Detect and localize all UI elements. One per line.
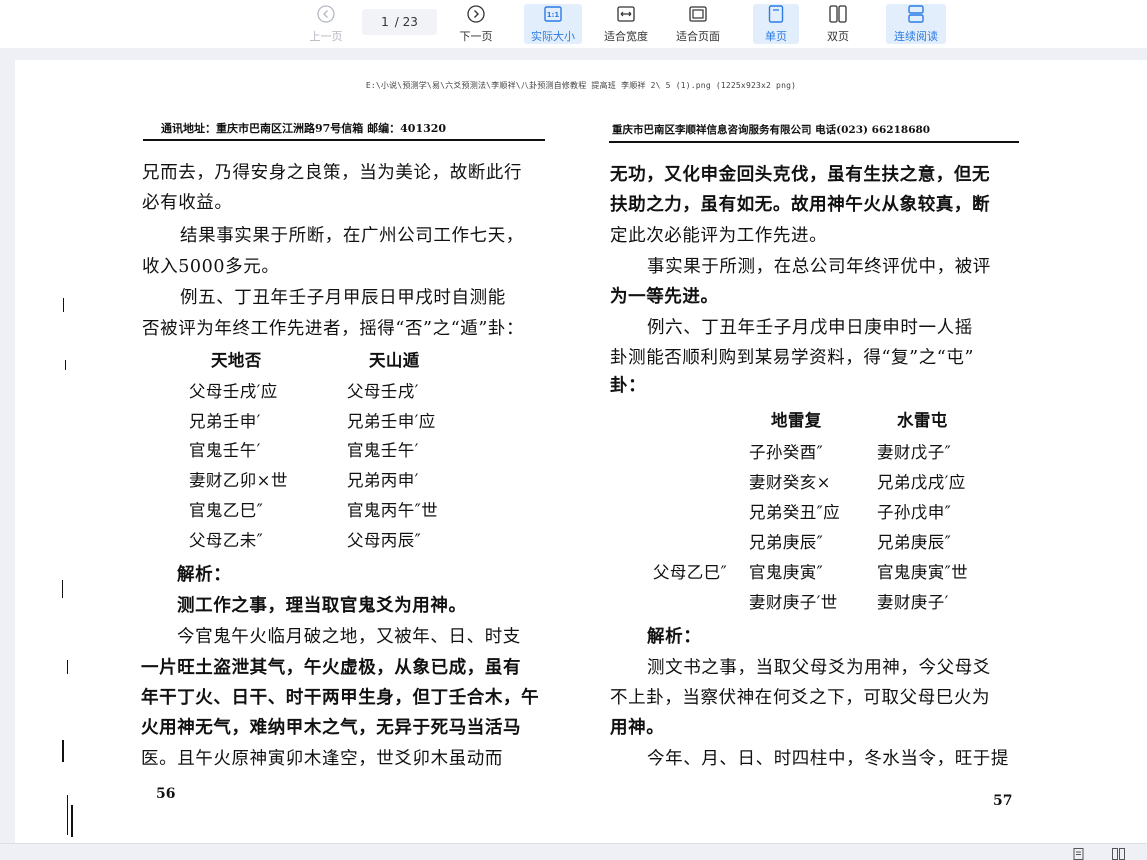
document-page: E:\小说\预测学\易\六爻预测法\李顺祥\八卦预测自修教程 提高班 李顺祥 2… (15, 60, 1147, 843)
toolbar: 上一页 1 / 23 下一页 1:1 实际大小 适合宽度 适合页面 单页 双页 … (0, 0, 1147, 48)
text-line: 否被评为年终工作先进者，摇得“否”之“遁”卦： (142, 319, 525, 339)
gua-title-right: 天山遁 (369, 351, 420, 370)
text-line: 收入5000多元。 (142, 257, 280, 277)
gua-line: 兄弟癸丑″应 (749, 503, 841, 522)
gua-title-left: 地雷复 (771, 411, 822, 430)
double-page-icon (828, 5, 848, 23)
continuous-reading-icon (906, 5, 926, 23)
text-line: 不上卦，当察伏神在何爻之下，可取父母巳火为 (610, 688, 991, 708)
text-line: 为一等先进。 (610, 287, 719, 307)
gua-line: 妻财癸亥× (749, 473, 831, 492)
text-line: 必有收益。 (142, 193, 233, 213)
double-page-view-icon[interactable] (1112, 848, 1125, 860)
gua-line: 官鬼乙巳″ (189, 501, 264, 520)
single-page-icon (766, 5, 786, 23)
gua-title-right: 水雷屯 (897, 411, 948, 430)
right-page: 重庆市巴南区李顺祥信息咨询服务有限公司 电话(023) 66218680 无功，… (595, 60, 1147, 843)
gua-line: 官鬼庚寅″ (749, 563, 824, 582)
left-header-rule (143, 139, 545, 141)
current-page: 1 (381, 15, 389, 29)
gua-line: 妻财庚子′ (877, 593, 949, 612)
next-page-button[interactable]: 下一页 (454, 4, 498, 44)
right-page-number: 57 (993, 793, 1013, 809)
total-pages: / 23 (394, 15, 418, 29)
left-page-number: 56 (156, 786, 176, 802)
single-page-view-icon[interactable] (1072, 848, 1085, 860)
gua-line: 兄弟戊戌′应 (877, 473, 966, 492)
right-page-header: 重庆市巴南区李顺祥信息咨询服务有限公司 电话(023) 66218680 (612, 124, 931, 136)
right-header-rule (609, 141, 1019, 143)
text-line: 火用神无气，难纳甲木之气，无异于死马当活马 (141, 718, 522, 738)
actual-size-button[interactable]: 1:1 实际大小 (524, 4, 582, 44)
text-line: 今官鬼午火临月破之地，又被年、日、时支 (177, 627, 521, 647)
text-line: 兄而去，乃得安身之良策，当为美论，故断此行 (142, 163, 523, 183)
page-number-input[interactable]: 1 / 23 (362, 9, 437, 35)
fit-width-label: 适合宽度 (604, 30, 648, 43)
fit-width-icon (616, 5, 636, 23)
gua-line: 兄弟庚辰″ (749, 533, 824, 552)
gua-line: 兄弟壬申′应 (347, 412, 436, 431)
chevron-left-circle-icon (316, 5, 336, 23)
fit-page-icon (688, 5, 708, 23)
single-page-label: 单页 (765, 30, 787, 43)
text-line: 定此次必能评为工作先进。 (610, 226, 828, 246)
left-page: 通讯地址：重庆市巴南区江洲路97号信箱 邮编：401320 兄而去，乃得安身之良… (15, 60, 575, 843)
text-line: 事实果于所测，在总公司年终评优中，被评 (647, 257, 991, 277)
text-line: 测工作之事，理当取官鬼爻为用神。 (177, 596, 467, 616)
text-line: 扶助之力，虽有如无。故用神午火从象较真，断 (610, 195, 991, 215)
chevron-right-circle-icon (466, 5, 486, 23)
continuous-reading-button[interactable]: 连续阅读 (886, 4, 946, 44)
text-line: 年干丁火、日干、时干两甲生身，但丁壬合木，午 (141, 688, 540, 708)
double-page-button[interactable]: 双页 (815, 4, 861, 44)
text-line: 一片旺土盗泄其气，午火虚极，从象已成，虽有 (141, 658, 522, 678)
fit-width-button[interactable]: 适合宽度 (598, 4, 654, 44)
gua-line: 兄弟丙申′ (347, 471, 419, 490)
fushen-line: 父母乙巳″ (653, 563, 728, 582)
gua-line: 妻财戊子″ (877, 443, 952, 462)
analysis-heading: 解析： (647, 627, 702, 647)
double-page-label: 双页 (827, 30, 849, 43)
document-viewport[interactable]: E:\小说\预测学\易\六爻预测法\李顺祥\八卦预测自修教程 提高班 李顺祥 2… (0, 48, 1147, 843)
fit-page-button[interactable]: 适合页面 (670, 4, 726, 44)
gua-line: 官鬼庚寅″世 (877, 563, 969, 582)
actual-size-icon: 1:1 (543, 5, 563, 23)
continuous-reading-label: 连续阅读 (894, 30, 938, 43)
text-line: 无功，又化申金回头克伐，虽有生扶之意，但无 (610, 165, 991, 185)
status-bar (0, 843, 1147, 860)
gua-line: 妻财乙卯×世 (189, 471, 288, 490)
text-line: 结果事实果于所断，在广州公司工作七天， (180, 226, 524, 246)
text-line: 测文书之事，当取父母爻为用神，今父母爻 (647, 658, 991, 678)
gua-line: 兄弟壬申′ (189, 412, 261, 431)
text-line: 医。且午火原神寅卯木逢空，世爻卯木虽动而 (141, 749, 503, 769)
gua-title-left: 天地否 (211, 351, 262, 370)
text-line: 卦： (610, 376, 647, 396)
text-line: 用神。 (610, 718, 665, 738)
gua-line: 子孙戊申″ (877, 503, 952, 522)
gua-line: 官鬼壬午′ (189, 441, 261, 460)
svg-text:1:1: 1:1 (547, 11, 560, 19)
left-page-header: 通讯地址：重庆市巴南区江洲路97号信箱 邮编：401320 (161, 122, 447, 135)
single-page-button[interactable]: 单页 (753, 4, 799, 44)
gua-line: 官鬼壬午′ (347, 441, 419, 460)
text-line: 今年、月、日、时四柱中，冬水当令，旺于提 (647, 749, 1009, 769)
next-page-label: 下一页 (459, 30, 493, 43)
gua-line: 子孙癸酉″ (749, 443, 824, 462)
text-line: 例六、丁丑年壬子月戊申日庚申时一人摇 (647, 318, 973, 338)
fit-page-label: 适合页面 (676, 30, 720, 43)
gua-line: 父母壬戌′应 (189, 382, 278, 401)
actual-size-label: 实际大小 (531, 30, 575, 43)
prev-page-button[interactable]: 上一页 (304, 4, 348, 44)
gua-line: 父母壬戌′ (347, 382, 419, 401)
gua-line: 父母乙未″ (189, 531, 264, 550)
gua-line: 官鬼丙午″世 (347, 501, 439, 520)
gua-line: 父母丙辰″ (347, 531, 422, 550)
gua-line: 妻财庚子′世 (749, 593, 838, 612)
analysis-heading: 解析： (177, 565, 232, 585)
text-line: 例五、丁丑年壬子月甲辰日甲戌时自测能 (180, 288, 506, 308)
prev-page-label: 上一页 (309, 30, 343, 43)
text-line: 卦测能否顺利购到某易学资料，得“复”之“屯” (610, 348, 974, 368)
gua-line: 兄弟庚辰″ (877, 533, 952, 552)
